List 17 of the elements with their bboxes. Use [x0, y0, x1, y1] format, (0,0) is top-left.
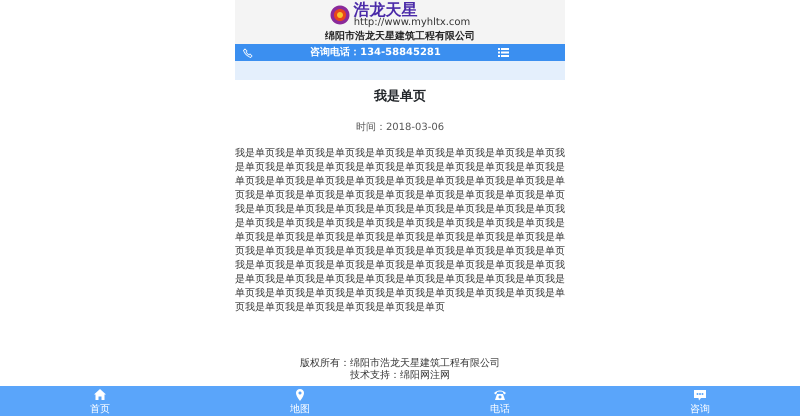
logo-icon — [330, 5, 350, 25]
article-body: 我是单页我是单页我是单页我是单页我是单页我是单页我是单页我是单页我是单页我是单页我是单页我是单页我是单页我是单页我是单页我是单页我是单页我是单页我是单页我是单页我是单页我是单页我是单页我是单页我是单页我是单页我是单页我是单页我是单页我是单页我是单页我是单页我是单页我是单页我是单页我是单页我是单页我是单页我是单页我是单页我是单页我是单页我是单页我是单页我是单页我是单页我是单页我是单页我是单页我是单页我是单页我是单页我是单页我是单页我是单页我是单页我是单页我是单页我是单页我是单页我是单页我是单页我是单页我是单页我是单页我是单页我是单页我是单页我是单页我是单页我是单页我是单页我是单页我是单页我是单页我是单页我是单页我是单页我是单页我是单页我是单页我是单页我是单页我是单页我是单页我是单页我是单页我是单页我是单页我是单页我是单页我是单页我是单页我是单页我是单页我是单页 — [235, 146, 565, 315]
footer-text: 技术支持：绵阳网注网 — [350, 370, 450, 382]
footer-text: 版权所有：绵阳市浩龙天星建筑工程有限公司 — [300, 358, 500, 370]
company-name: 绵阳市浩龙天星建筑工程有限公司 — [325, 32, 475, 42]
menu-icon[interactable] — [498, 48, 509, 57]
map-pin-icon — [293, 388, 307, 400]
article-title: 我是单页 — [374, 89, 426, 105]
article-date: 时间：2018-03-06 — [356, 122, 444, 133]
nav-item[interactable]: 咨询 — [600, 386, 800, 416]
phone-icon[interactable] — [243, 48, 253, 58]
logo-url: http://www.myhltx.com — [354, 18, 470, 28]
nav-item[interactable]: 首页 — [0, 386, 200, 416]
logo-text: 浩龙天星 — [354, 2, 418, 18]
nav-item[interactable]: 电话 — [400, 386, 600, 416]
home-icon — [93, 388, 107, 400]
nav-item[interactable]: 地图 — [200, 386, 400, 416]
